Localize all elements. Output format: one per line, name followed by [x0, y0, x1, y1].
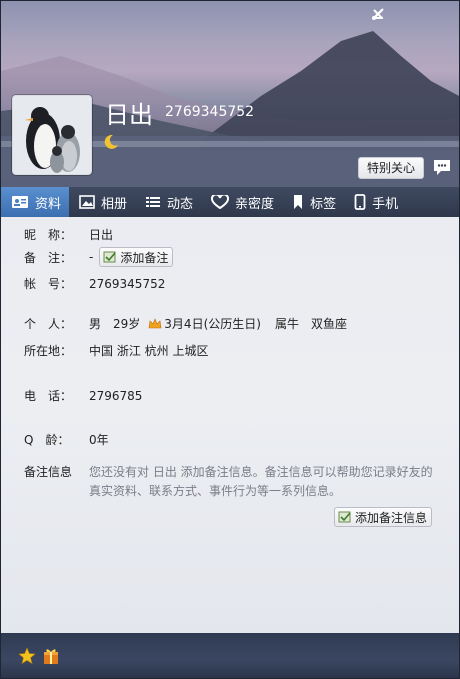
qage-label: Q 龄： — [24, 433, 70, 447]
tab-label: 手机 — [372, 196, 399, 212]
phone-label: 电 话： — [24, 389, 73, 403]
zodiac-value: 属牛 — [274, 317, 299, 331]
profile-tabs: 资料 相册 动态 亲密度 标签 手机 — [1, 187, 459, 217]
location-row: 所在地： 中国 浙江 杭州 上城区 — [24, 342, 208, 359]
chat-bubble-icon[interactable] — [431, 156, 453, 178]
moon-status-icon — [102, 133, 120, 151]
tab-label: 动态 — [167, 196, 194, 212]
special-care-button[interactable]: 特别关心 — [358, 157, 424, 179]
tab-label: 资料 — [35, 196, 62, 212]
qage-value: 0年 — [89, 433, 109, 447]
birthday-value: 3月4日(公历生日) — [164, 317, 261, 331]
nickname-label: 昵 称： — [24, 228, 73, 242]
tab-phone[interactable]: 手机 — [344, 187, 406, 217]
minimize-icon[interactable] — [373, 7, 421, 27]
tab-label: 相册 — [101, 196, 128, 212]
tab-intimacy[interactable]: 亲密度 — [201, 187, 282, 217]
feed-icon — [146, 197, 161, 207]
phone-icon — [354, 194, 366, 210]
tab-label: 标签 — [310, 196, 337, 212]
profile-info-panel: 昵 称： 日出 备 注： - 添加备注 帐 号： 2769345752 个 人：… — [1, 217, 459, 633]
profile-nickname: 日出 — [105, 101, 153, 129]
profile-header: 日出 2769345752 特别关心 — [1, 1, 459, 187]
personal-label: 个 人： — [24, 317, 73, 331]
close-icon[interactable] — [373, 7, 451, 27]
phone-value: 2796785 — [89, 388, 143, 403]
tab-album[interactable]: 相册 — [69, 187, 135, 217]
account-row: 帐 号： 2769345752 — [24, 275, 165, 292]
note-info-description: 您还没有对 日出 添加备注信息。备注信息可以帮助您记录好友的真实资料、联系方式、… — [89, 465, 433, 498]
nickname-value: 日出 — [89, 228, 114, 242]
tab-tags[interactable]: 标签 — [282, 187, 344, 217]
phone-row: 电 话： 2796785 — [24, 387, 142, 404]
age-value: 29岁 — [113, 317, 141, 331]
tab-profile[interactable]: 资料 — [1, 187, 70, 217]
account-value: 2769345752 — [89, 276, 166, 291]
gender-value: 男 — [89, 317, 102, 331]
album-icon — [79, 195, 95, 209]
crown-birthday-icon — [148, 317, 162, 328]
account-label: 帐 号： — [24, 277, 73, 291]
penguin-avatar-image — [13, 96, 91, 174]
edit-note-icon — [338, 511, 351, 523]
remark-row: 备 注： - 添加备注 — [24, 247, 174, 267]
tab-label: 亲密度 — [235, 196, 275, 212]
add-note-info-button[interactable]: 添加备注信息 — [334, 507, 433, 527]
qage-row: Q 龄： 0年 — [24, 431, 109, 448]
tab-feed[interactable]: 动态 — [135, 187, 201, 217]
profile-qq-number: 2769345752 — [165, 104, 255, 120]
add-note-info-label: 添加备注信息 — [355, 510, 428, 525]
window-controls — [371, 7, 451, 27]
bookmark-icon — [294, 195, 303, 209]
personal-row: 个 人： 男 29岁 3月4日(公历生日) 属牛 双鱼座 — [24, 315, 347, 332]
avatar[interactable] — [12, 95, 92, 175]
star-icon[interactable] — [18, 647, 36, 665]
profile-window: 日出 2769345752 特别关心 资料 相册 动态 亲密度 标签 手机 昵 … — [0, 0, 460, 679]
remark-value: - — [89, 250, 94, 264]
heart-icon — [211, 195, 230, 209]
nickname-row: 昵 称： 日出 — [24, 226, 113, 243]
location-label: 所在地： — [24, 344, 73, 358]
remark-label: 备 注： — [24, 250, 73, 265]
profile-card-icon — [12, 196, 28, 208]
add-remark-label: 添加备注 — [120, 250, 169, 265]
constellation-value: 双鱼座 — [310, 317, 347, 331]
add-remark-button[interactable]: 添加备注 — [99, 247, 174, 267]
gift-icon[interactable] — [42, 647, 60, 665]
location-value: 中国 浙江 杭州 上城区 — [89, 344, 209, 358]
footer-bar — [1, 633, 459, 678]
edit-note-icon — [103, 251, 116, 263]
note-info-label: 备注信息 — [24, 465, 73, 479]
